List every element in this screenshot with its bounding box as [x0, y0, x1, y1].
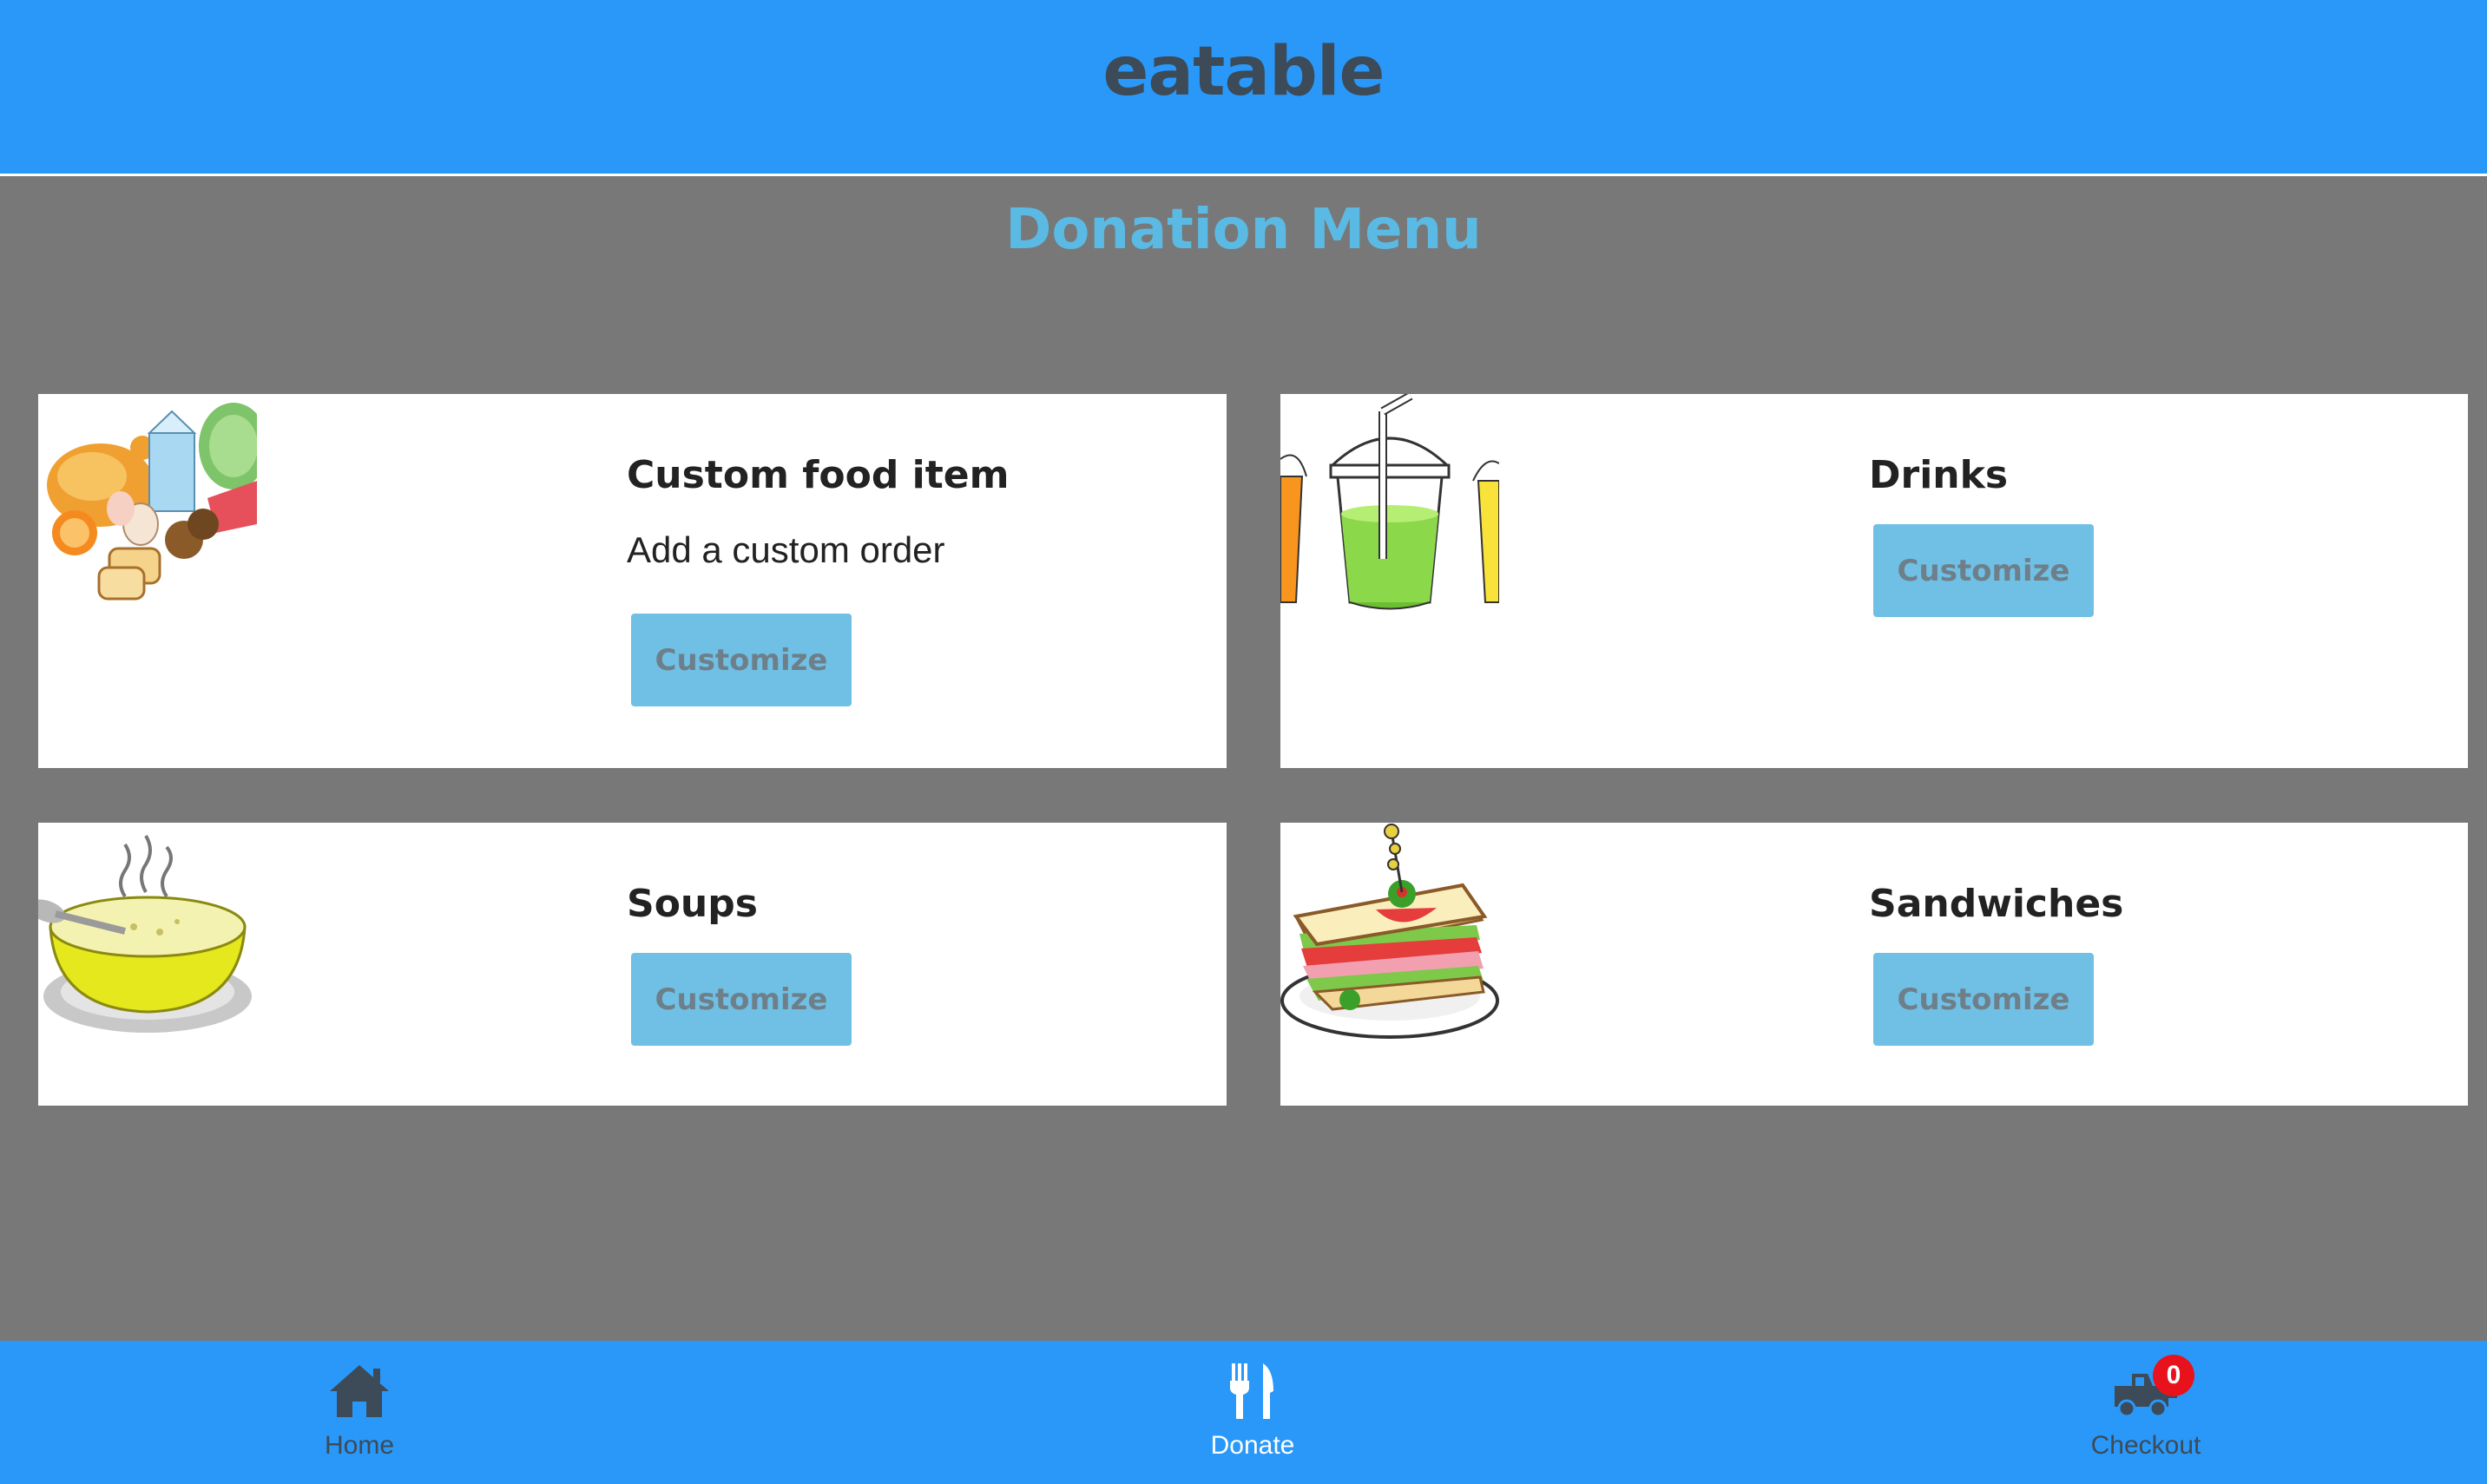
card-title: Sandwiches: [1869, 882, 2124, 926]
bottom-navigation: Home Donate 0 Checkout: [0, 1341, 2487, 1484]
drinks-icon: [1280, 394, 1499, 610]
nav-label-donate: Donate: [1210, 1431, 1295, 1460]
card-title: Drinks: [1869, 453, 2009, 497]
home-icon: [330, 1365, 389, 1417]
menu-card-sandwiches: Sandwiches Customize: [1280, 823, 2468, 1106]
app-header: eatable: [0, 0, 2487, 176]
app-title: eatable: [1102, 33, 1385, 111]
customize-button-sandwiches[interactable]: Customize: [1873, 953, 2094, 1046]
card-title: Soups: [627, 882, 758, 926]
customize-button-drinks[interactable]: Customize: [1873, 524, 2094, 617]
nav-item-checkout[interactable]: 0 Checkout: [2007, 1341, 2285, 1484]
menu-card-soups: Soups Customize: [38, 823, 1227, 1106]
customize-button-soups[interactable]: Customize: [631, 953, 852, 1046]
nav-item-home[interactable]: Home: [220, 1341, 498, 1484]
customize-button-custom-food[interactable]: Customize: [631, 614, 852, 706]
nav-item-donate[interactable]: Donate: [1114, 1341, 1392, 1484]
menu-card-custom-food: Custom food item Add a custom order Cust…: [38, 394, 1227, 768]
sandwich-icon: [1280, 824, 1499, 1039]
card-description: Add a custom order: [627, 529, 945, 570]
nav-label-checkout: Checkout: [2090, 1431, 2201, 1460]
fork-knife-icon: [1230, 1363, 1273, 1419]
nav-label-home: Home: [324, 1431, 395, 1460]
groceries-icon: [47, 403, 257, 601]
menu-card-drinks: Drinks Customize: [1280, 394, 2468, 768]
checkout-icon-wrap: 0: [2113, 1355, 2194, 1421]
cart-count-badge: 0: [2153, 1355, 2194, 1396]
page-title: Donation Menu: [1005, 198, 1482, 262]
soup-bowl-icon: [38, 834, 252, 1033]
card-title: Custom food item: [627, 453, 1010, 497]
